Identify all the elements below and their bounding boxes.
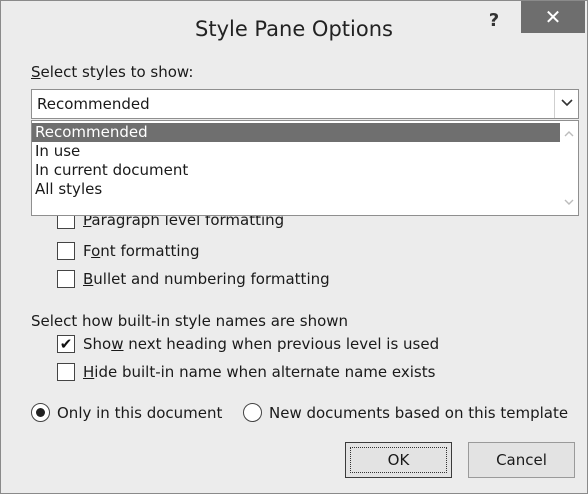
dropdown-selected-value: Recommended xyxy=(37,95,150,113)
dropdown-option-in-use[interactable]: In use xyxy=(32,142,560,161)
hide-builtin-name-label: Hide built-in name when alternate name e… xyxy=(83,363,436,381)
dropdown-option-all-styles[interactable]: All styles xyxy=(32,180,560,199)
styles-to-show-dropdown[interactable]: Recommended xyxy=(31,89,579,119)
list-scrollbar[interactable] xyxy=(560,121,578,215)
select-styles-label: Select styles to show: xyxy=(31,63,194,81)
new-documents-radio[interactable] xyxy=(243,403,262,422)
scroll-up-icon[interactable] xyxy=(560,125,578,143)
radio-selected-dot xyxy=(36,408,45,417)
new-documents-label: New documents based on this template xyxy=(269,404,569,422)
show-next-heading-label: Show next heading when previous level is… xyxy=(83,335,440,353)
bullet-numbering-checkbox[interactable] xyxy=(57,270,75,288)
dropdown-option-recommended[interactable]: Recommended xyxy=(32,123,560,142)
ok-button[interactable]: OK xyxy=(345,442,452,478)
only-this-document-label: Only in this document xyxy=(57,404,223,422)
close-icon: ✕ xyxy=(544,5,562,29)
cancel-button[interactable]: Cancel xyxy=(468,442,575,478)
hide-builtin-name-checkbox[interactable] xyxy=(57,363,75,381)
style-pane-options-dialog: Style Pane Options ? ✕ Select styles to … xyxy=(0,0,588,494)
chevron-down-icon[interactable] xyxy=(554,90,578,118)
builtin-names-heading: Select how built-in style names are show… xyxy=(31,312,349,330)
font-formatting-checkbox[interactable] xyxy=(57,242,75,260)
only-this-document-radio[interactable] xyxy=(31,403,50,422)
styles-dropdown-list: Recommended In use In current document A… xyxy=(31,120,579,216)
font-formatting-label: Font formatting xyxy=(83,242,200,260)
close-button[interactable]: ✕ xyxy=(521,1,585,33)
check-icon: ✔ xyxy=(59,335,73,353)
help-button[interactable]: ? xyxy=(479,9,509,33)
bullet-numbering-label: Bullet and numbering formatting xyxy=(83,270,330,288)
scroll-down-icon[interactable] xyxy=(560,193,578,211)
title-bar: Style Pane Options ? ✕ xyxy=(1,1,587,61)
dropdown-option-in-current-document[interactable]: In current document xyxy=(32,161,560,180)
show-next-heading-checkbox[interactable]: ✔ xyxy=(57,335,75,353)
